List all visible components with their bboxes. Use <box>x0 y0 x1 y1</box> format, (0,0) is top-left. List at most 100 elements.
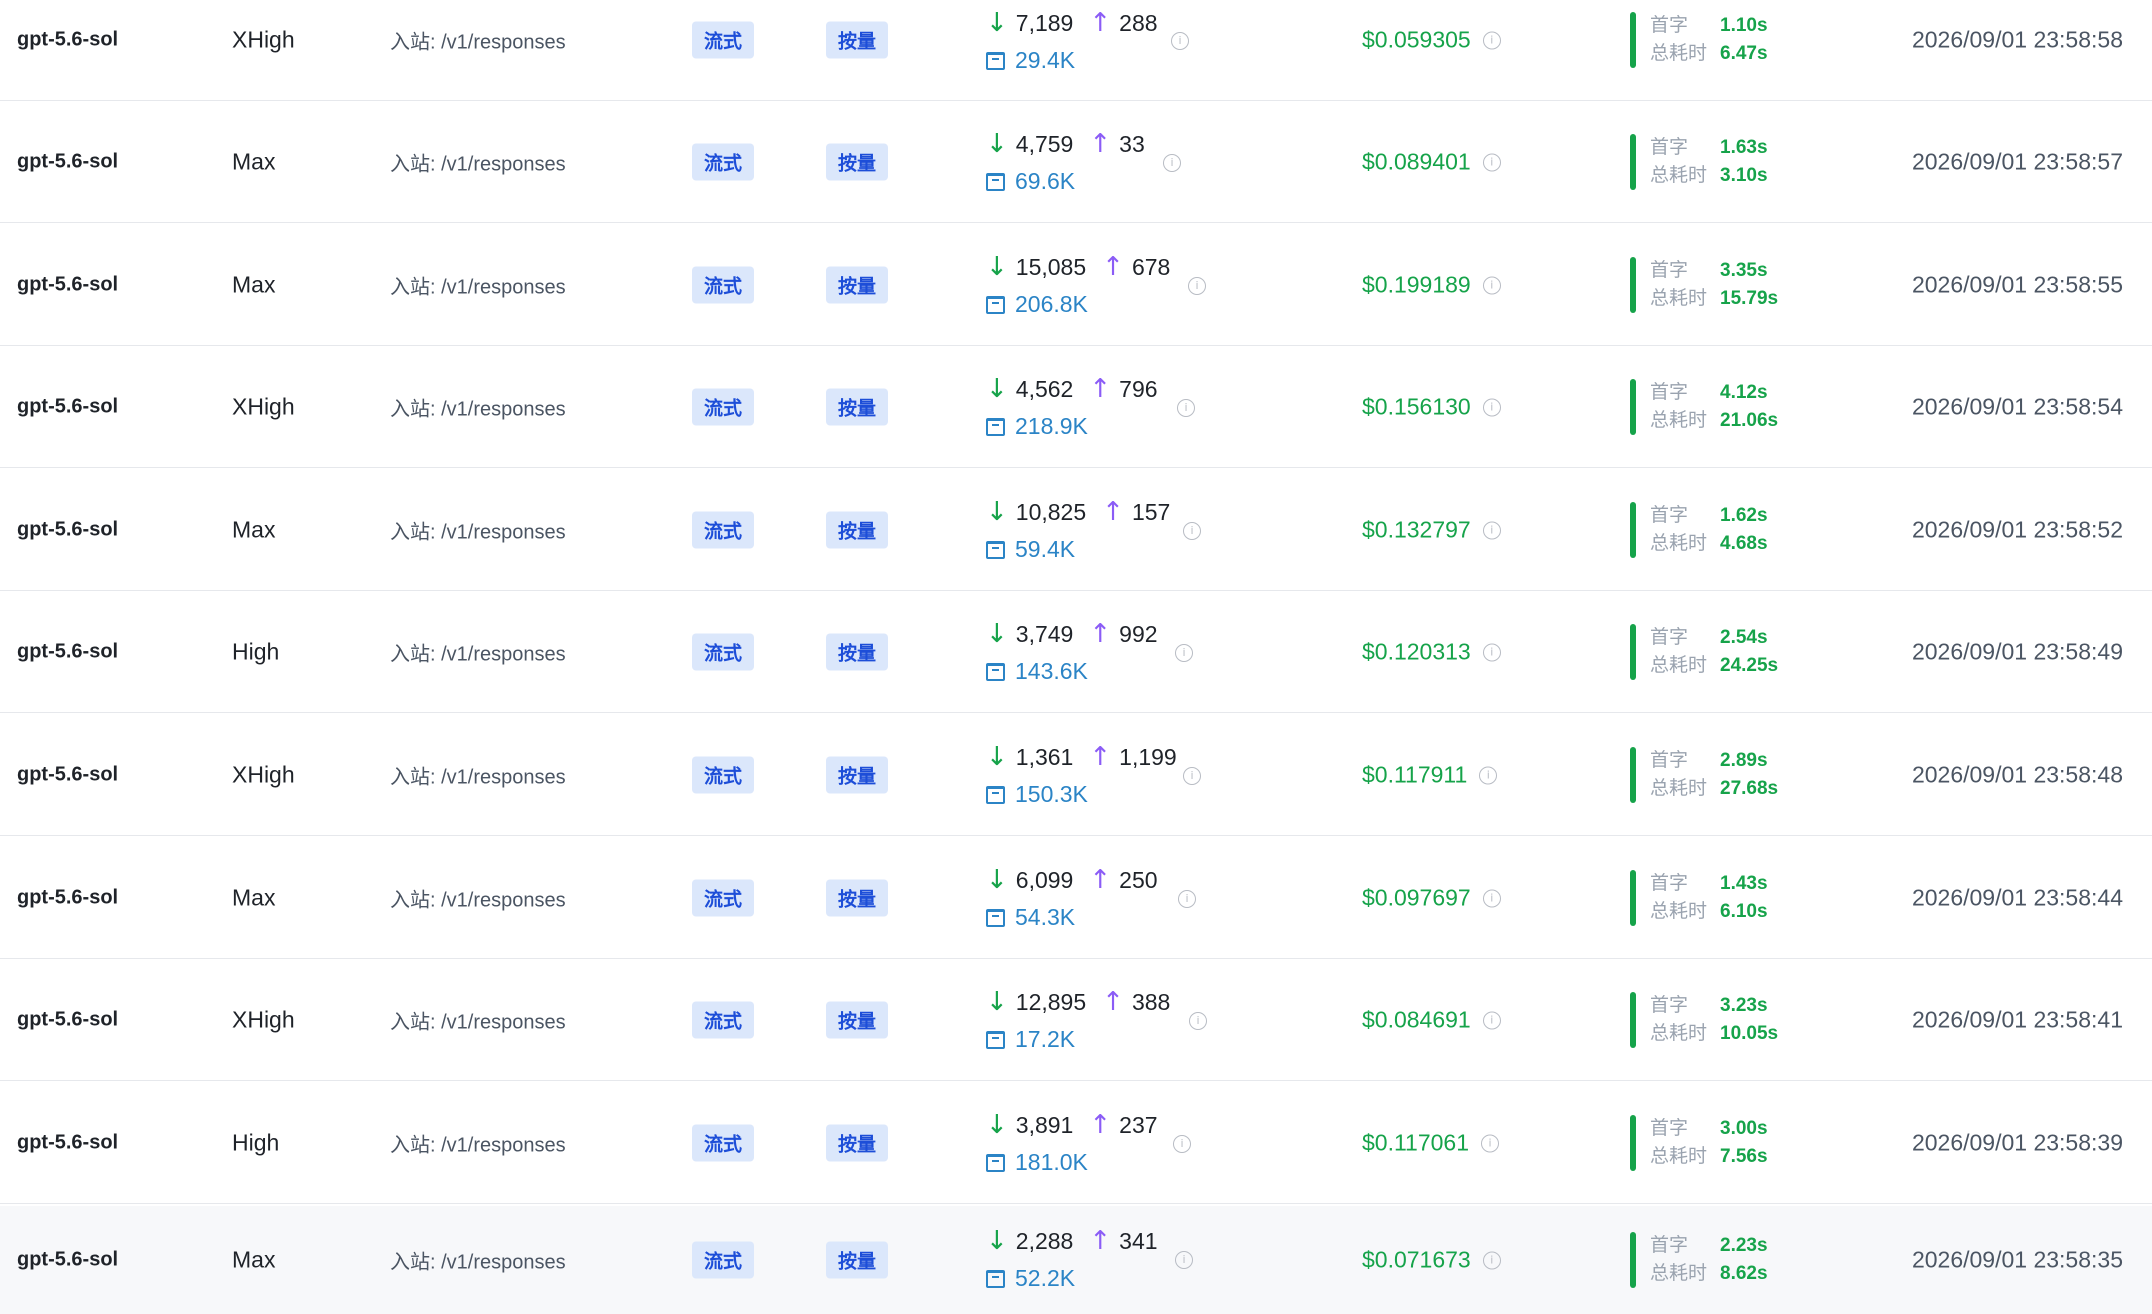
info-icon[interactable]: i <box>1173 1135 1191 1153</box>
info-icon[interactable]: i <box>1177 399 1195 417</box>
timing-indicator-bar <box>1630 12 1636 68</box>
info-icon[interactable]: i <box>1482 31 1501 49</box>
token-counts: ↓ 3,891 ↑ 237 <box>986 1110 1158 1140</box>
timing-cell: 首字 1.62s 总耗时 4.68s <box>1650 502 1768 558</box>
model-name: gpt-5.6-sol <box>17 1131 119 1154</box>
table-row[interactable]: gpt-5.6-sol Max 入站: /v1/responses 流式 按量 … <box>0 225 2152 346</box>
info-icon[interactable]: i <box>1175 1251 1193 1269</box>
total-time: 15.79s <box>1720 288 1779 309</box>
reasoning-effort: XHigh <box>232 393 295 420</box>
first-token-time: 4.12s <box>1720 382 1768 403</box>
arrow-down-icon: ↓ <box>986 252 1008 282</box>
info-icon[interactable]: i <box>1163 154 1181 172</box>
table-row[interactable]: gpt-5.6-sol XHigh 入站: /v1/responses 流式 按… <box>0 960 2152 1081</box>
info-icon[interactable]: i <box>1479 766 1498 784</box>
cache-tokens: 218.9K <box>1015 413 1088 439</box>
cost-cell: $0.089401 i <box>1362 149 1501 176</box>
output-tokens: 1,199 <box>1119 743 1177 770</box>
stream-tag: 流式 <box>692 756 755 794</box>
stream-tag: 流式 <box>692 1001 755 1039</box>
cost-cell: $0.059305 i <box>1362 27 1501 54</box>
table-row[interactable]: gpt-5.6-sol Max 入站: /v1/responses 流式 按量 … <box>0 102 2152 223</box>
table-row[interactable]: gpt-5.6-sol XHigh 入站: /v1/responses 流式 按… <box>0 715 2152 836</box>
total-time: 3.10s <box>1720 165 1768 186</box>
info-icon[interactable]: i <box>1482 889 1501 907</box>
info-icon[interactable]: i <box>1482 521 1501 539</box>
timing-cell: 首字 2.89s 总耗时 27.68s <box>1650 747 1778 803</box>
table-row[interactable]: gpt-5.6-sol High 入站: /v1/responses 流式 按量… <box>0 1083 2152 1204</box>
info-icon[interactable]: i <box>1482 153 1501 171</box>
endpoint-path: 入站: /v1/responses <box>390 276 566 299</box>
info-icon[interactable]: i <box>1189 1012 1207 1030</box>
cache-icon <box>986 785 1005 804</box>
total-time-label: 总耗时 <box>1650 901 1708 922</box>
cost-value: $0.117061 <box>1362 1129 1470 1156</box>
reasoning-effort: Max <box>232 271 276 298</box>
total-time-label: 总耗时 <box>1650 778 1708 799</box>
stream-tag: 流式 <box>692 266 755 304</box>
billing-tag: 按量 <box>826 633 889 671</box>
token-counts: ↓ 15,085 ↑ 678 <box>986 252 1170 282</box>
cost-value: $0.089401 <box>1362 148 1471 175</box>
info-icon[interactable]: i <box>1183 522 1201 540</box>
arrow-up-icon: ↑ <box>1102 497 1124 527</box>
info-icon[interactable]: i <box>1188 277 1206 295</box>
input-tokens: 1,361 <box>1015 743 1074 770</box>
info-icon[interactable]: i <box>1482 1251 1501 1269</box>
token-counts: ↓ 4,759 ↑ 33 <box>986 129 1145 159</box>
total-time: 10.05s <box>1720 1023 1779 1044</box>
first-token-label: 首字 <box>1650 750 1689 771</box>
cost-value: $0.199189 <box>1362 271 1471 298</box>
total-time-label: 总耗时 <box>1650 1023 1708 1044</box>
first-token-time: 1.10s <box>1720 15 1768 36</box>
cost-cell: $0.156130 i <box>1362 394 1501 421</box>
timestamp: 2026/09/01 23:58:58 <box>1911 26 2123 53</box>
total-time: 24.25s <box>1720 655 1779 676</box>
arrow-down-icon: ↓ <box>986 129 1008 159</box>
timing-cell: 首字 4.12s 总耗时 21.06s <box>1650 379 1778 435</box>
table-row[interactable]: gpt-5.6-sol Max 入站: /v1/responses 流式 按量 … <box>0 470 2152 591</box>
token-counts: ↓ 2,288 ↑ 341 <box>986 1226 1158 1256</box>
info-icon[interactable]: i <box>1482 276 1501 294</box>
model-name: gpt-5.6-sol <box>17 395 119 418</box>
first-token-time: 3.00s <box>1720 1118 1768 1139</box>
timing-indicator-bar <box>1630 1232 1636 1288</box>
model-name: gpt-5.6-sol <box>17 886 119 909</box>
total-time-label: 总耗时 <box>1650 288 1708 309</box>
arrow-down-icon: ↓ <box>986 1110 1008 1140</box>
table-row[interactable]: gpt-5.6-sol High 入站: /v1/responses 流式 按量… <box>0 592 2152 713</box>
arrow-down-icon: ↓ <box>986 1226 1008 1256</box>
info-icon[interactable]: i <box>1178 890 1196 908</box>
info-icon[interactable]: i <box>1482 643 1501 661</box>
cost-cell: $0.117911 i <box>1362 762 1498 789</box>
arrow-down-icon: ↓ <box>986 8 1008 38</box>
endpoint-path: 入站: /v1/responses <box>390 398 566 421</box>
info-icon[interactable]: i <box>1482 1011 1501 1029</box>
table-row[interactable]: gpt-5.6-sol Max 入站: /v1/responses 流式 按量 … <box>0 838 2152 959</box>
model-name: gpt-5.6-sol <box>17 640 119 663</box>
arrow-down-icon: ↓ <box>986 374 1008 404</box>
table-row[interactable]: gpt-5.6-sol Max 入站: /v1/responses 流式 按量 … <box>0 1206 2152 1314</box>
timing-indicator-bar <box>1630 992 1636 1048</box>
info-icon[interactable]: i <box>1482 398 1501 416</box>
total-time-label: 总耗时 <box>1650 410 1708 431</box>
reasoning-effort: Max <box>232 1246 276 1273</box>
info-icon[interactable]: i <box>1171 32 1189 50</box>
output-tokens: 796 <box>1119 375 1158 402</box>
arrow-up-icon: ↑ <box>1089 742 1112 772</box>
table-row[interactable]: gpt-5.6-sol XHigh 入站: /v1/responses 流式 按… <box>0 347 2152 468</box>
table-row[interactable]: gpt-5.6-sol XHigh 入站: /v1/responses 流式 按… <box>0 0 2152 101</box>
info-icon[interactable]: i <box>1481 1134 1500 1152</box>
cache-icon <box>986 51 1005 70</box>
timestamp: 2026/09/01 23:58:39 <box>1911 1129 2123 1156</box>
first-token-time: 1.62s <box>1720 505 1768 526</box>
first-token-label: 首字 <box>1650 1235 1689 1256</box>
info-icon[interactable]: i <box>1175 644 1193 662</box>
total-time-label: 总耗时 <box>1650 533 1708 554</box>
timestamp: 2026/09/01 23:58:49 <box>1911 638 2123 665</box>
info-icon[interactable]: i <box>1183 767 1201 785</box>
reasoning-effort: Max <box>232 516 276 543</box>
token-counts: ↓ 4,562 ↑ 796 <box>986 374 1158 404</box>
arrow-down-icon: ↓ <box>986 619 1008 649</box>
endpoint-path: 入站: /v1/responses <box>390 643 566 666</box>
